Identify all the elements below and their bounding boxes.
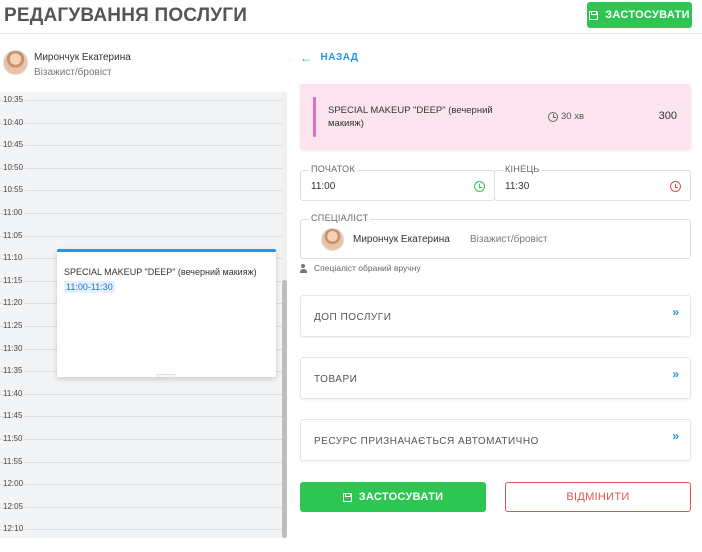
specialist-role: Візажист/бровіст: [34, 67, 112, 78]
time-label: 10:35: [3, 95, 26, 104]
save-icon: [342, 492, 352, 502]
time-label: 11:10: [3, 253, 25, 263]
time-slot[interactable]: 12:10: [0, 524, 282, 552]
start-time-label: ПОЧАТОК: [309, 164, 358, 174]
start-time-field[interactable]: ПОЧАТОК 11:00: [300, 164, 495, 201]
time-label: 11:00: [3, 208, 25, 217]
selected-specialist-name: Мирончук Екатерина: [353, 234, 450, 245]
scrollbar-thumb[interactable]: [282, 280, 287, 538]
section-extra-services[interactable]: ДОП ПОСЛУГИ »: [300, 295, 691, 337]
time-slot[interactable]: 11:00: [0, 208, 282, 236]
time-label: 11:45: [3, 411, 25, 421]
section-label: ТОВАРИ: [314, 374, 358, 385]
time-slot[interactable]: 10:45: [0, 140, 282, 168]
user-check-icon: [300, 263, 311, 273]
time-slot[interactable]: 12:05: [0, 501, 282, 530]
start-time-value: 11:00: [311, 181, 336, 192]
apply-button-label: ЗАСТОСУВАТИ: [605, 9, 690, 21]
time-label: 11:25: [3, 321, 25, 330]
service-color-bar: [313, 97, 316, 137]
chevrons-right-icon: »: [672, 367, 679, 381]
specialist-header: Мирончук Екатерина Візажист/бровіст: [0, 35, 287, 92]
time-label: 11:05: [3, 230, 25, 240]
page-title: РЕДАГУВАННЯ ПОСЛУГИ: [4, 5, 248, 26]
specialist-label: СПЕЦІАЛІСТ: [309, 213, 371, 223]
end-time-label: КІНЕЦЬ: [503, 164, 542, 174]
arrow-left-icon: ←: [300, 50, 313, 65]
time-slot[interactable]: 11:50: [0, 434, 282, 462]
time-label: 10:55: [3, 185, 26, 195]
chevrons-right-icon: »: [672, 305, 679, 319]
avatar: [321, 228, 344, 251]
time-slot[interactable]: 10:55: [0, 185, 282, 213]
apply-button-label: ЗАСТОСУВАТИ: [358, 491, 444, 503]
apply-button-top[interactable]: ЗАСТОСУВАТИ: [587, 2, 692, 28]
service-name: SPECIAL MAKEUP "DEEP" (вечерний макияж): [328, 105, 493, 129]
appointment-event[interactable]: SPECIAL MAKEUP "DEEP" (вечерний макияж) …: [57, 249, 276, 377]
resize-handle[interactable]: [157, 374, 175, 377]
manual-selection-note: Спеціаліст обраний вручну: [300, 263, 421, 273]
service-price: 300: [658, 110, 677, 122]
end-time-field[interactable]: КІНЕЦЬ 11:30: [494, 164, 691, 201]
back-link[interactable]: ← НАЗАД: [300, 50, 359, 65]
time-label: 11:15: [3, 275, 25, 285]
apply-button[interactable]: ЗАСТОСУВАТИ: [300, 482, 486, 512]
manual-note-text: Спеціаліст обраний вручну: [314, 263, 421, 273]
event-title: SPECIAL MAKEUP "DEEP" (вечерний макияж): [64, 267, 257, 277]
time-slot[interactable]: 11:40: [0, 388, 282, 417]
time-label: 11:35: [3, 366, 25, 376]
time-slot[interactable]: 12:00: [0, 479, 282, 507]
time-label: 10:50: [3, 162, 26, 172]
scrollbar[interactable]: [282, 92, 287, 538]
event-time: 11:00-11:30: [64, 281, 115, 293]
save-icon: [589, 10, 599, 20]
selected-specialist-role: Візажист/бровіст: [470, 234, 548, 245]
start-clock-icon[interactable]: [474, 181, 485, 192]
time-label: 10:45: [3, 140, 26, 150]
section-resource[interactable]: РЕСУРС ПРИЗНАЧАЄТЬСЯ АВТОМАТИЧНО »: [300, 419, 691, 461]
time-slot[interactable]: 10:40: [0, 117, 282, 146]
time-label: 11:20: [3, 298, 25, 308]
specialist-select[interactable]: СПЕЦІАЛІСТ Мирончук Екатерина Візажист/б…: [300, 213, 691, 259]
clock-icon: [548, 111, 558, 122]
section-label: РЕСУРС ПРИЗНАЧАЄТЬСЯ АВТОМАТИЧНО: [314, 436, 539, 447]
time-slot[interactable]: 10:50: [0, 162, 282, 191]
service-duration: 30 хв: [548, 111, 584, 122]
end-clock-icon[interactable]: [670, 181, 681, 192]
time-label: 11:50: [3, 434, 25, 443]
page-header: РЕДАГУВАННЯ ПОСЛУГИ ЗАСТОСУВАТИ: [0, 0, 702, 34]
time-slot[interactable]: 11:55: [0, 456, 282, 485]
section-products[interactable]: ТОВАРИ »: [300, 357, 691, 399]
time-label: 11:30: [3, 343, 25, 353]
end-time-value: 11:30: [505, 181, 530, 192]
chevrons-right-icon: »: [672, 429, 679, 443]
section-label: ДОП ПОСЛУГИ: [314, 312, 392, 323]
service-card: SPECIAL MAKEUP "DEEP" (вечерний макияж) …: [300, 84, 691, 150]
specialist-name: Мирончук Екатерина: [34, 52, 131, 63]
time-slot[interactable]: 11:45: [0, 411, 282, 439]
cancel-button-label: ВІДМІНИТИ: [566, 491, 630, 503]
cancel-button[interactable]: ВІДМІНИТИ: [505, 482, 691, 512]
time-label: 11:40: [3, 388, 25, 398]
time-label: 12:05: [3, 501, 26, 511]
avatar: [3, 50, 28, 75]
time-slot[interactable]: 10:35: [0, 95, 282, 123]
time-label: 12:00: [3, 479, 26, 489]
duration-text: 30 хв: [561, 111, 585, 122]
schedule-panel: Мирончук Екатерина Візажист/бровіст 10:3…: [0, 35, 287, 538]
time-label: 11:55: [3, 456, 25, 466]
time-label: 12:10: [3, 524, 26, 534]
time-label: 10:40: [3, 117, 26, 127]
back-label: НАЗАД: [320, 52, 359, 63]
